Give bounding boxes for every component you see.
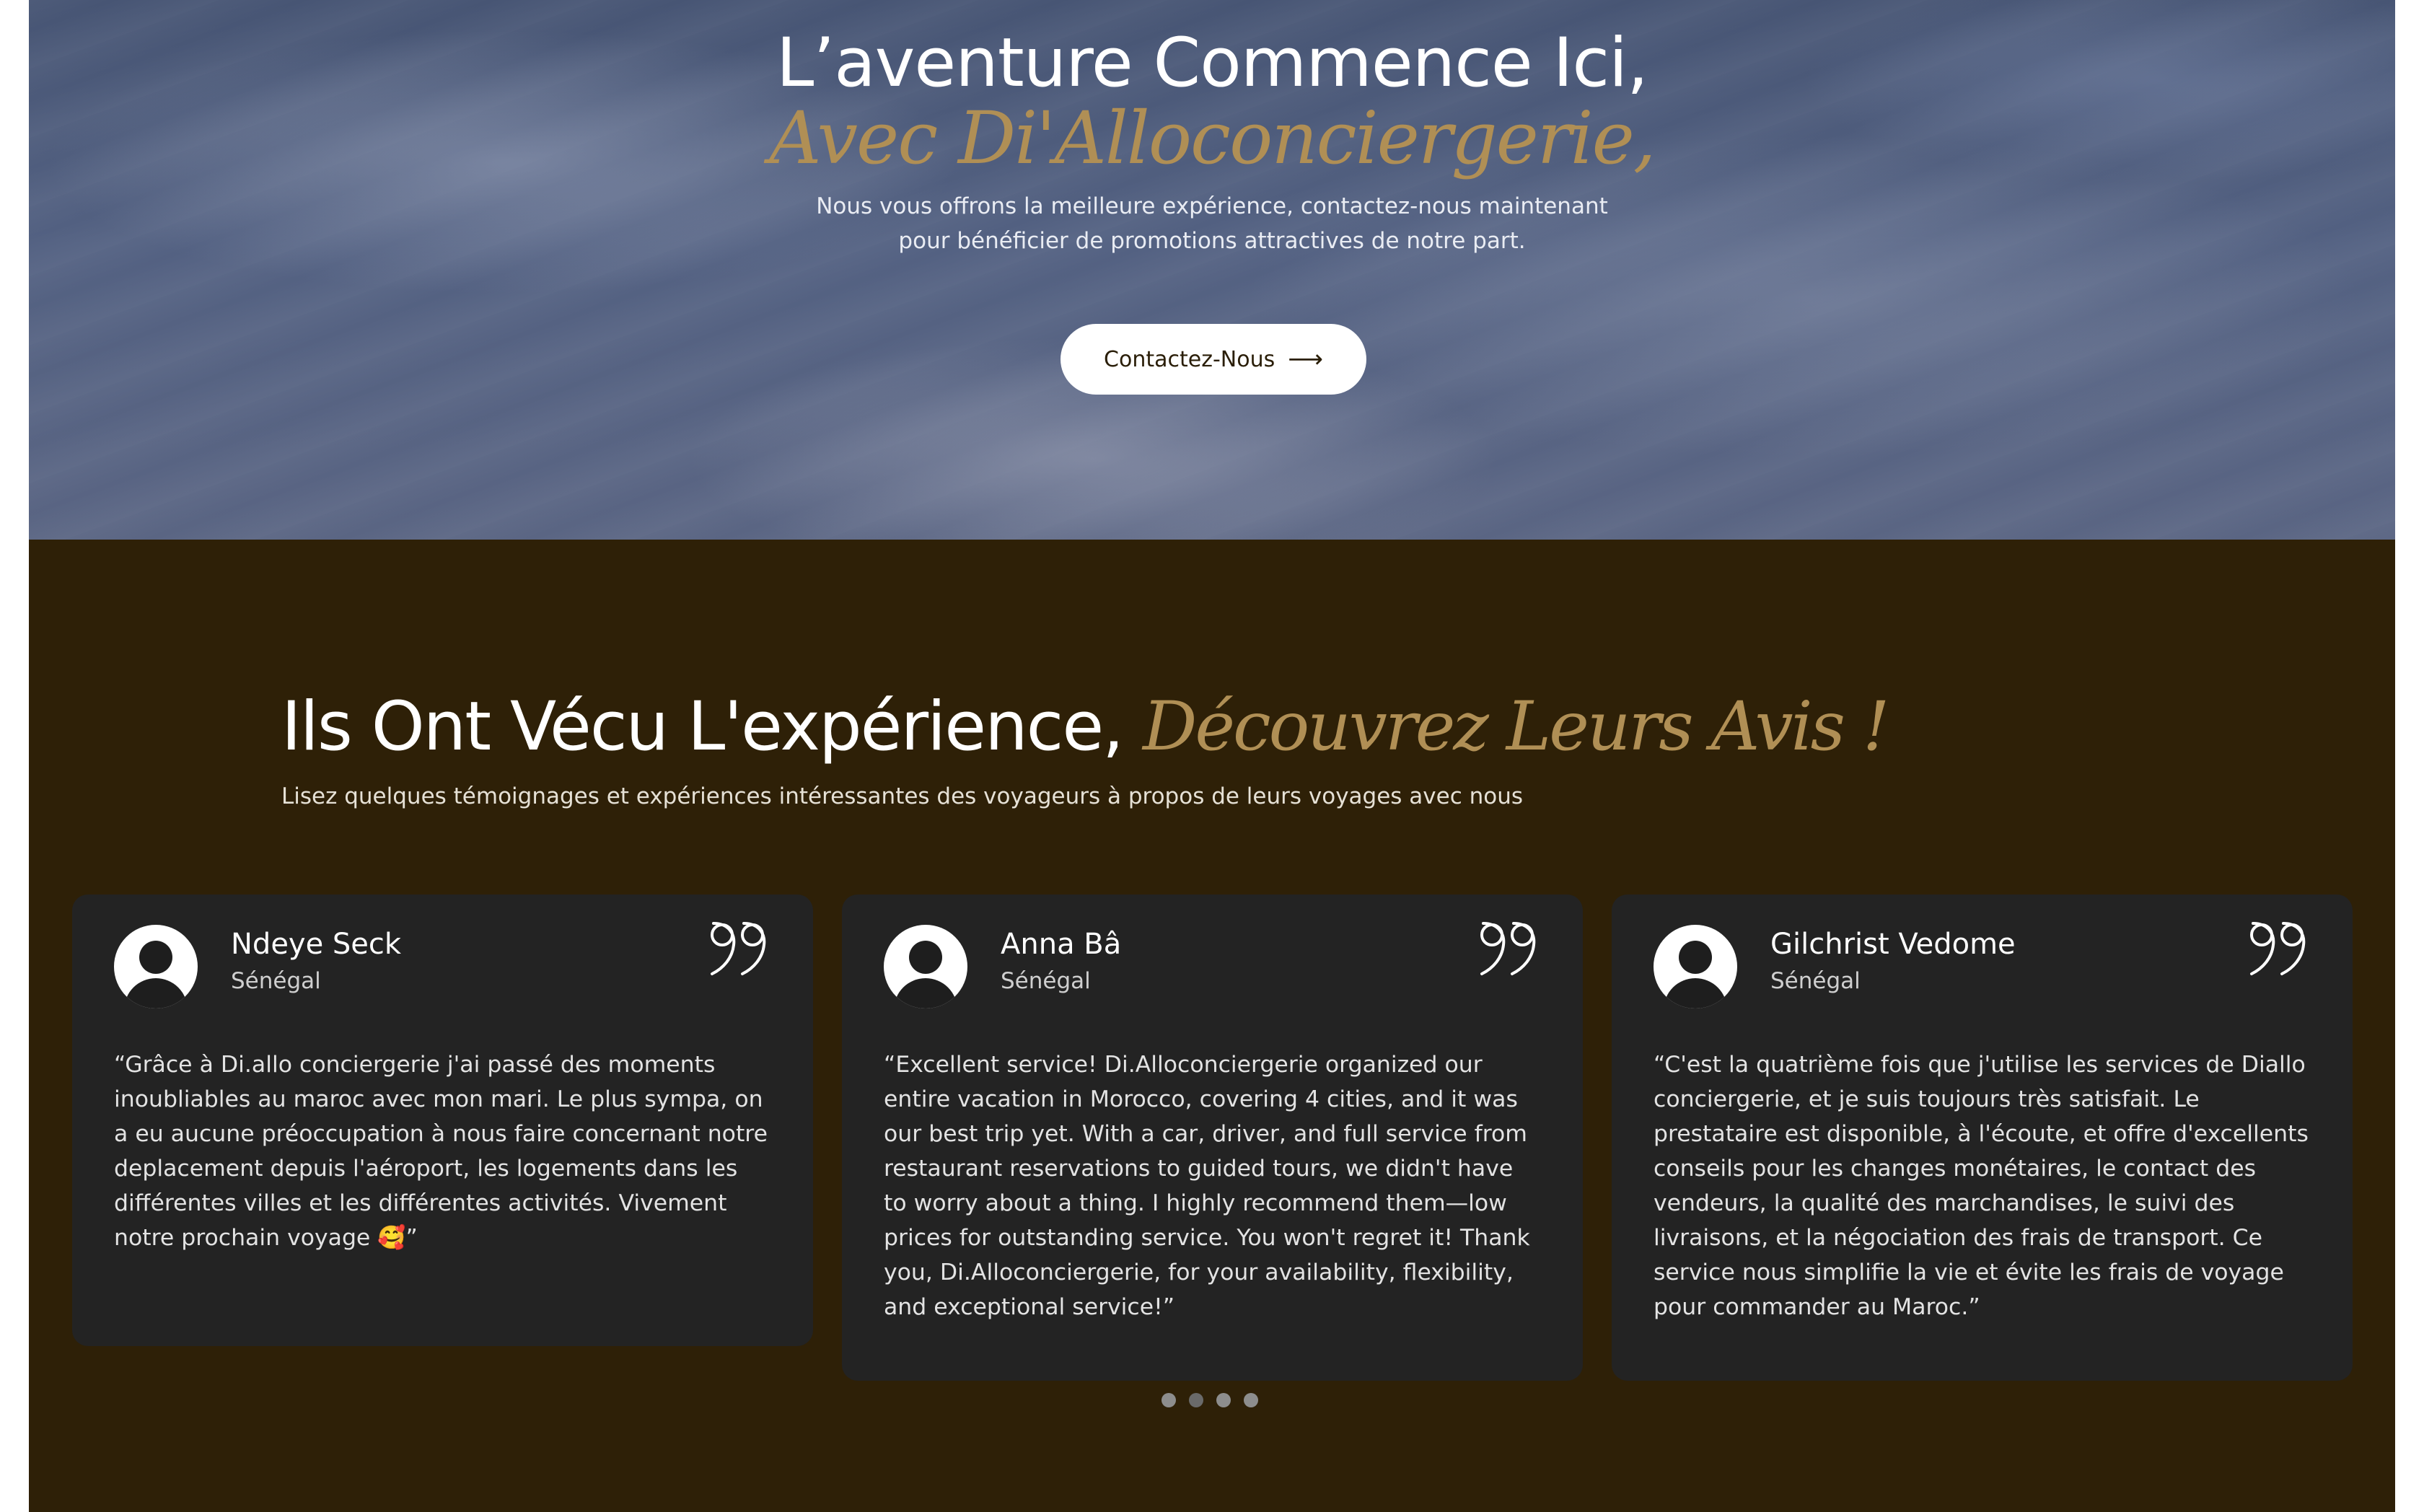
reviews-section: Ils Ont Vécu L'expérience, Découvrez Leu… (29, 540, 2395, 1512)
reviews-title-accent: Découvrez Leurs Avis ! (1142, 687, 1890, 766)
reviewer-country: Sénégal (231, 968, 321, 994)
avatar-head (139, 941, 172, 974)
quote-icon (711, 922, 766, 975)
reviewer-country: Sénégal (1770, 968, 1861, 994)
quote-icon (2250, 922, 2306, 975)
user-avatar-icon (114, 925, 198, 1008)
avatar-head (1679, 941, 1712, 974)
reviews-subtitle: Lisez quelques témoignages et expérience… (281, 783, 1524, 809)
carousel-dot[interactable] (1244, 1393, 1258, 1407)
avatar-head (909, 941, 942, 974)
review-text: “C'est la quatrième fois que j'utilise l… (1654, 1052, 2309, 1320)
reviewer-name: Ndeye Seck (231, 928, 402, 961)
reviews-title-main: Ils Ont Vécu L'expérience, (281, 687, 1124, 766)
carousel-pagination (1162, 1393, 1258, 1407)
quote-icon (1480, 922, 1536, 975)
review-text: “Excellent service! Di.Alloconciergerie … (884, 1052, 1530, 1320)
avatar-body (124, 978, 188, 1008)
avatar-body (894, 978, 957, 1008)
review-card: Anna Bâ Sénégal “Excellent service! Di.A… (842, 895, 1583, 1381)
reviewer-name: Anna Bâ (1001, 928, 1122, 961)
contact-button[interactable]: Contactez-Nous ⟶ (1060, 324, 1366, 395)
user-avatar-icon (884, 925, 967, 1008)
hero-title: L’aventure Commence Ici, (776, 24, 1648, 102)
reviewer-name: Gilchrist Vedome (1770, 928, 2016, 961)
user-avatar-icon (1654, 925, 1737, 1008)
hero-description: Nous vous offrons la meilleure expérienc… (816, 193, 1608, 254)
reviewer-country: Sénégal (1001, 968, 1091, 994)
hero-subtitle: Avec Di'Alloconciergerie, (769, 96, 1656, 180)
review-card: Gilchrist Vedome Sénégal “C'est la quatr… (1612, 895, 2353, 1381)
hero-section: L’aventure Commence Ici, Avec Di'Allocon… (29, 0, 2395, 540)
carousel-dot[interactable] (1189, 1393, 1203, 1407)
contact-button-label: Contactez-Nous (1104, 346, 1275, 372)
carousel-dot[interactable] (1216, 1393, 1231, 1407)
carousel-dot[interactable] (1162, 1393, 1176, 1407)
avatar-body (1664, 978, 1727, 1008)
page: L’aventure Commence Ici, Avec Di'Allocon… (29, 0, 2395, 1512)
reviews-title: Ils Ont Vécu L'expérience, Découvrez Leu… (281, 684, 1890, 770)
review-card: Ndeye Seck Sénégal “Grâce à Di.allo conc… (72, 895, 813, 1346)
review-text: “Grâce à Di.allo conciergerie j'ai passé… (114, 1052, 768, 1251)
arrow-right-icon: ⟶ (1288, 345, 1323, 374)
